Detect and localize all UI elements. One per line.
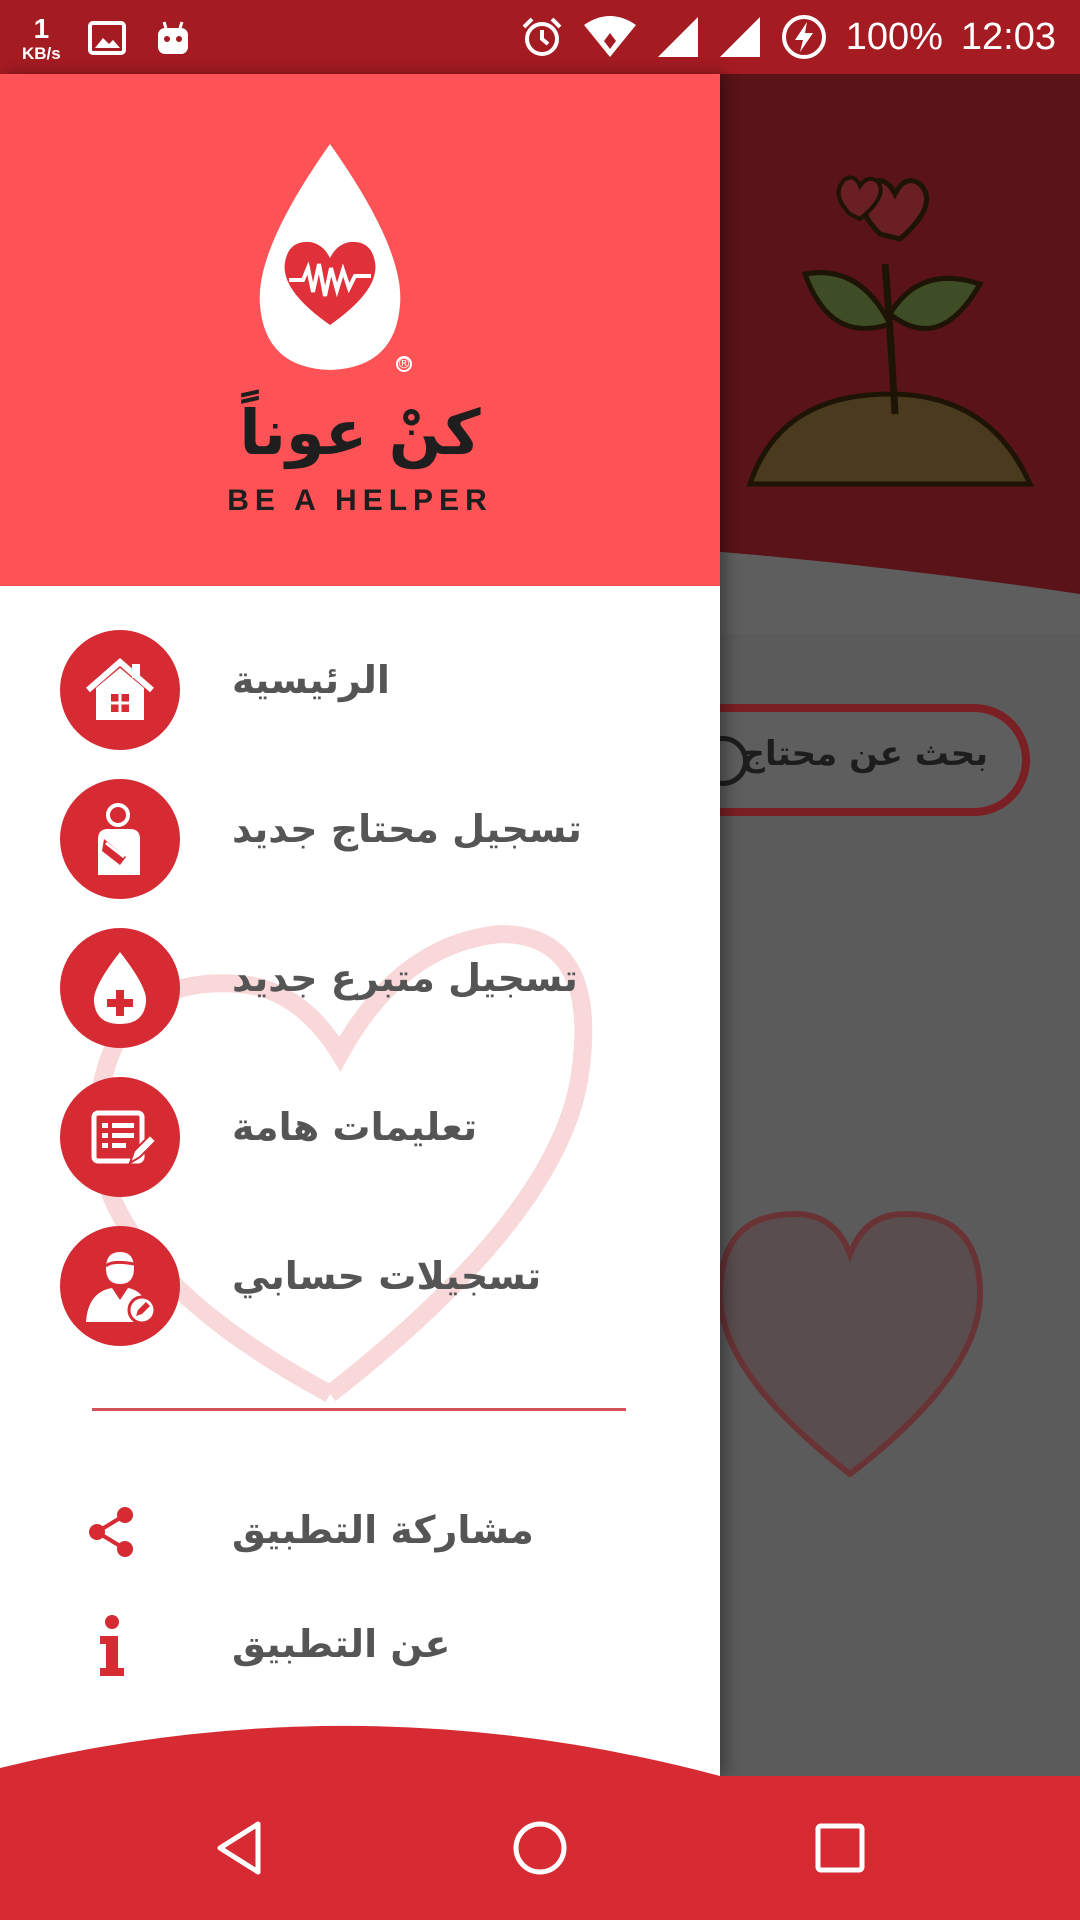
logo-arabic-text: كنْ عوناً	[239, 396, 481, 469]
menu-label-register-needy: تسجيل محتاج جديد	[232, 807, 582, 851]
menu-item-register-needy[interactable]: تسجيل محتاج جديد	[0, 779, 720, 899]
home-icon	[86, 658, 154, 720]
home-circle-icon	[513, 1821, 567, 1875]
user-edit-icon	[86, 1252, 157, 1325]
image-icon	[87, 18, 127, 58]
android-icon	[153, 18, 193, 58]
status-left-icons: 1 KB/s	[22, 8, 193, 68]
heart-icon	[716, 1210, 984, 1478]
menu-item-share-app[interactable]: مشاركة التطبيق	[0, 1494, 720, 1574]
home-button[interactable]	[500, 1808, 580, 1888]
status-bar: 1 KB/s 100% 12:03	[0, 0, 1080, 74]
menu-icon-circle	[60, 630, 180, 750]
menu-item-my-registrations[interactable]: تسجيلات حسابي	[0, 1226, 720, 1346]
menu-item-home[interactable]: الرئيسية	[0, 630, 720, 750]
registered-mark: ®	[396, 356, 412, 372]
plant-illustration	[746, 175, 1034, 487]
menu-icon-circle	[60, 1226, 180, 1346]
menu-item-register-donor[interactable]: تسجيل متبرع جديد	[0, 928, 720, 1048]
status-right-icons: 100% 12:03	[520, 0, 1056, 74]
menu-divider	[92, 1408, 626, 1411]
system-nav-bar	[0, 1776, 1080, 1920]
menu-label-my-registrations: تسجيلات حسابي	[232, 1254, 542, 1298]
battery-percent: 100%	[845, 15, 943, 58]
search-needy-text: بحث عن محتاج	[740, 734, 988, 774]
patient-icon	[98, 803, 140, 875]
menu-item-instructions[interactable]: تعليمات هامة	[0, 1077, 720, 1197]
menu-label-share-app: مشاركة التطبيق	[232, 1508, 534, 1552]
share-icon	[82, 1502, 142, 1562]
alarm-icon	[520, 15, 564, 59]
menu-label-about-app: عن التطبيق	[232, 1622, 451, 1666]
drawer-bottom-wave	[0, 1725, 720, 1780]
clock: 12:03	[960, 15, 1056, 58]
back-button[interactable]	[200, 1808, 280, 1888]
recents-button[interactable]	[800, 1808, 880, 1888]
speed-unit: KB/s	[22, 43, 61, 63]
menu-icon-circle	[60, 928, 180, 1048]
speed-value: 1	[33, 12, 50, 44]
info-icon	[82, 1615, 142, 1676]
recents-icon	[815, 1823, 865, 1873]
menu-item-about-app[interactable]: عن التطبيق	[0, 1608, 720, 1688]
network-speed: 1 KB/s	[22, 12, 61, 63]
signal-icon	[718, 15, 762, 59]
logo-drop-icon	[259, 144, 401, 370]
menu-icon-circle	[60, 779, 180, 899]
signal-icon	[656, 15, 700, 59]
charging-icon	[780, 13, 828, 61]
blood-drop-icon	[93, 952, 147, 1024]
document-edit-icon	[91, 1110, 158, 1166]
menu-label-home: الرئيسية	[232, 658, 390, 702]
menu-label-instructions: تعليمات هامة	[232, 1105, 478, 1149]
back-icon	[217, 1821, 261, 1875]
logo-english-text: BE A HELPER	[227, 484, 493, 517]
wifi-icon	[582, 15, 638, 59]
navigation-drawer: ® كنْ عوناً BE A HELPER الرئيسية تسجيل م…	[0, 74, 720, 1776]
menu-icon-circle	[60, 1077, 180, 1197]
drawer-header: ® كنْ عوناً BE A HELPER	[0, 74, 720, 586]
menu-label-register-donor: تسجيل متبرع جديد	[232, 956, 578, 1000]
